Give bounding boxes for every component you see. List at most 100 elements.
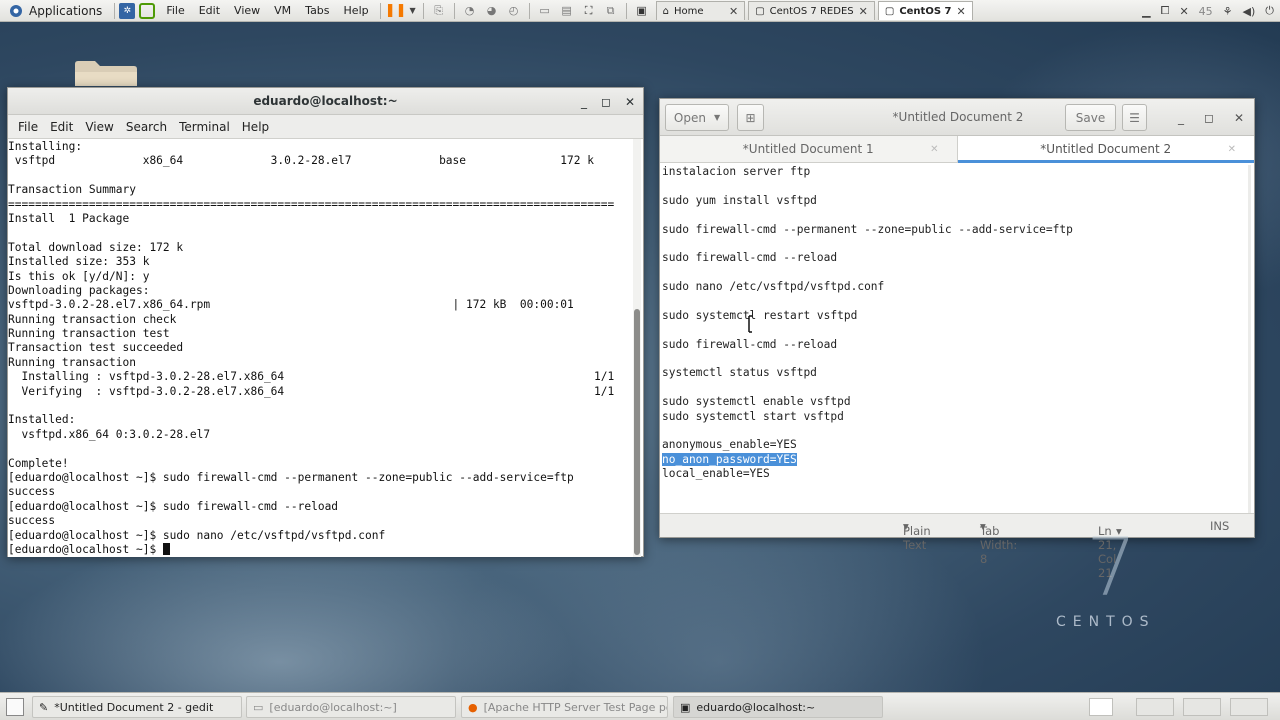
tab-untitled-document-1[interactable]: *Untitled Document 1 ✕ bbox=[660, 136, 957, 162]
fullscreen-icon[interactable]: ⛶ bbox=[578, 1, 600, 21]
save-button[interactable]: Save bbox=[1065, 104, 1116, 131]
close-icon[interactable]: ✕ bbox=[859, 5, 868, 18]
tab-untitled-document-2[interactable]: *Untitled Document 2 ✕ bbox=[956, 136, 1254, 163]
vm-menu-file[interactable]: File bbox=[159, 4, 191, 17]
task-label: [Apache HTTP Server Test Page po... bbox=[483, 700, 668, 714]
terminal-line: Running transaction test bbox=[8, 327, 170, 341]
menu-button[interactable]: ☰ bbox=[1122, 104, 1147, 131]
terminal-line: Running transaction check bbox=[8, 312, 177, 326]
close-icon[interactable]: ✕ bbox=[930, 144, 938, 155]
gedit-line-text: instalacion server ftp bbox=[662, 165, 811, 178]
sidebar-icon[interactable]: ▭ bbox=[534, 1, 556, 21]
gedit-headerbar[interactable]: Open ▼ ⊞ *Untitled Document 2 Save ☰ _ ◻… bbox=[660, 99, 1254, 136]
clock-fragment: 45 bbox=[1198, 4, 1213, 18]
snapshot-manager-icon[interactable]: ◴ bbox=[503, 1, 525, 21]
vm-menu-edit[interactable]: Edit bbox=[192, 4, 227, 17]
gedit-text-area[interactable]: instalacion server ftp sudo yum install v… bbox=[661, 165, 1249, 515]
chevron-down-icon[interactable]: ▼ bbox=[407, 1, 419, 21]
folder-icon[interactable] bbox=[73, 60, 139, 86]
revert-icon[interactable]: ◕ bbox=[481, 1, 503, 21]
gedit-app-icon: ✎ bbox=[39, 700, 49, 714]
workspace-2[interactable] bbox=[1136, 698, 1174, 716]
minimize-icon[interactable]: _ bbox=[581, 95, 587, 109]
terminal-menu-file[interactable]: File bbox=[12, 120, 44, 134]
terminal-menu-view[interactable]: View bbox=[79, 120, 119, 134]
terminal-output[interactable]: Installing: vsftpd x86_64 3.0.2-28.el7 b… bbox=[8, 139, 635, 557]
gedit-line-text: sudo systemctl restart vsftpd bbox=[662, 308, 858, 322]
centos-logo-number: 7 bbox=[1086, 521, 1137, 614]
close-icon[interactable]: ✕ bbox=[1228, 144, 1236, 155]
vm-menu-help[interactable]: Help bbox=[337, 4, 376, 17]
vm-menu-view[interactable]: View bbox=[227, 4, 267, 17]
console-icon[interactable] bbox=[139, 2, 156, 19]
terminal-line: Transaction test succeeded bbox=[8, 341, 184, 355]
separator bbox=[114, 2, 116, 19]
separator bbox=[379, 2, 381, 19]
scrollbar-thumb[interactable] bbox=[634, 309, 640, 555]
task-gedit[interactable]: ✎ *Untitled Document 2 - gedit bbox=[32, 696, 242, 718]
gedit-line: sudo firewall-cmd --reload bbox=[661, 338, 1249, 352]
tab-centos-7-label: CentOS 7 bbox=[899, 5, 952, 17]
close-icon[interactable]: ✕ bbox=[625, 95, 635, 109]
gedit-line bbox=[661, 208, 1249, 222]
insert-mode: INS bbox=[1210, 519, 1230, 533]
volume-icon[interactable]: ◀) bbox=[1243, 5, 1256, 18]
network-status-icon[interactable]: ⚘ bbox=[1223, 5, 1233, 18]
vmware-icon[interactable]: ✲ bbox=[119, 2, 136, 19]
terminal-menubar: File Edit View Search Terminal Help bbox=[8, 115, 643, 139]
minimize-icon[interactable]: ▁ bbox=[1142, 5, 1150, 18]
separator bbox=[625, 2, 627, 19]
terminal-scrollbar[interactable] bbox=[633, 139, 641, 557]
gedit-line-text: local_enable=YES bbox=[662, 467, 770, 481]
workspace-3[interactable] bbox=[1183, 698, 1221, 716]
minimize-icon[interactable]: _ bbox=[1178, 111, 1184, 125]
applications-menu[interactable]: Applications bbox=[0, 0, 110, 22]
workspace-1[interactable] bbox=[1089, 698, 1113, 716]
close-icon[interactable]: ✕ bbox=[1179, 5, 1188, 18]
terminal-menu-edit[interactable]: Edit bbox=[44, 120, 79, 134]
terminal-line: [eduardo@localhost ~]$ sudo firewall-cmd… bbox=[8, 499, 339, 513]
show-desktop-icon[interactable] bbox=[6, 698, 24, 716]
unity-icon[interactable]: ⧉ bbox=[600, 1, 622, 21]
vm-menu-tabs[interactable]: Tabs bbox=[298, 4, 336, 17]
terminal-window[interactable]: eduardo@localhost:~ _ ◻ ✕ File Edit View… bbox=[7, 87, 644, 557]
thumbnail-icon[interactable]: ▤ bbox=[556, 1, 578, 21]
gedit-line-text: anonymous_enable=YES bbox=[662, 438, 797, 452]
pause-icon[interactable]: ❚❚ bbox=[385, 1, 407, 21]
terminal-app-icon: ▭ bbox=[253, 700, 264, 714]
maximize-icon[interactable]: ◻ bbox=[1204, 111, 1214, 125]
close-icon[interactable]: ✕ bbox=[1234, 111, 1244, 125]
close-icon[interactable]: ✕ bbox=[956, 5, 965, 18]
restore-icon[interactable]: ⧠ bbox=[1161, 4, 1170, 18]
tab-centos-redes[interactable]: ▢ CentOS 7 REDES ✕ bbox=[748, 1, 875, 20]
taskbar: ✎ *Untitled Document 2 - gedit ▭ [eduard… bbox=[0, 692, 1280, 720]
terminal-line: Downloading packages: bbox=[8, 283, 150, 297]
tab-home[interactable]: ⌂ Home ✕ bbox=[655, 1, 746, 20]
terminal-menu-terminal[interactable]: Terminal bbox=[173, 120, 236, 134]
language-selector[interactable]: Plain Text ▾ bbox=[903, 519, 931, 552]
maximize-icon[interactable]: ◻ bbox=[601, 95, 611, 109]
gedit-line-text: sudo yum install vsftpd bbox=[662, 193, 817, 207]
close-icon[interactable]: ✕ bbox=[729, 5, 738, 18]
terminal-prompt-line[interactable]: [eduardo@localhost ~]$ bbox=[8, 542, 635, 557]
gedit-scrollbar[interactable] bbox=[1248, 165, 1251, 515]
terminal-menu-help[interactable]: Help bbox=[236, 120, 275, 134]
tab-width-selector[interactable]: Tab Width: 8 ▾ bbox=[980, 519, 1017, 566]
tab-centos-7[interactable]: ▢ CentOS 7 ✕ bbox=[877, 1, 973, 20]
power-icon[interactable]: ⏻ bbox=[1265, 4, 1274, 18]
snapshot-icon[interactable]: ◔ bbox=[459, 1, 481, 21]
task-terminal[interactable]: ▣ eduardo@localhost:~ bbox=[673, 696, 883, 718]
vm-menu-vm[interactable]: VM bbox=[267, 4, 298, 17]
library-icon[interactable]: ▣ bbox=[631, 1, 653, 21]
terminal-line: success bbox=[8, 485, 56, 499]
network-icon[interactable]: ⎘ bbox=[428, 1, 450, 21]
workspace-4[interactable] bbox=[1230, 698, 1268, 716]
terminal-line: [eduardo@localhost ~]$ sudo nano /etc/vs… bbox=[8, 528, 386, 542]
gedit-line-text: systemctl status vsftpd bbox=[662, 366, 817, 380]
terminal-titlebar[interactable]: eduardo@localhost:~ _ ◻ ✕ bbox=[8, 88, 643, 115]
task-firefox[interactable]: ● [Apache HTTP Server Test Page po... bbox=[461, 696, 668, 718]
terminal-line: [eduardo@localhost ~]$ sudo firewall-cmd… bbox=[8, 470, 574, 484]
task-terminal-minimized[interactable]: ▭ [eduardo@localhost:~] bbox=[246, 696, 456, 718]
terminal-menu-search[interactable]: Search bbox=[120, 120, 173, 134]
